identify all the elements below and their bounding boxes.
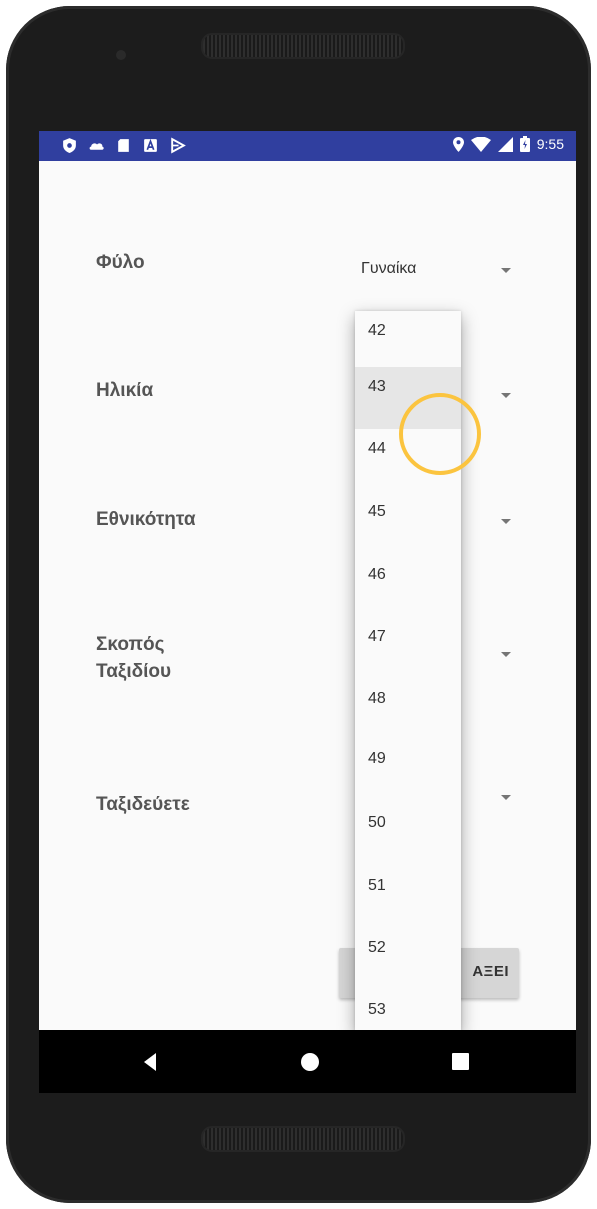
dropdown-option[interactable]: 51 xyxy=(355,866,461,928)
travel-with-label: Ταξιδεύετε xyxy=(96,794,190,815)
front-camera xyxy=(116,50,126,60)
notification-icons xyxy=(61,137,186,154)
phone-frame: 9:55 Φύλο Γυναίκα Ηλικία Εθνικότητα Σκοπ… xyxy=(6,6,591,1203)
a-badge-icon xyxy=(144,138,157,152)
dropdown-option[interactable]: 45 xyxy=(355,492,461,554)
dropdown-option[interactable]: 52 xyxy=(355,928,461,990)
recents-icon[interactable] xyxy=(452,1053,469,1070)
dropdown-option[interactable]: 46 xyxy=(355,555,461,617)
dropdown-option[interactable]: 49 xyxy=(355,739,461,801)
dropdown-option[interactable]: 53 xyxy=(355,990,461,1031)
status-bar: 9:55 xyxy=(39,131,576,161)
gender-spinner[interactable]: Γυναίκα xyxy=(361,254,511,290)
nationality-label: Εθνικότητα xyxy=(96,509,196,530)
trip-purpose-label: Σκοπός Ταξιδίου xyxy=(96,634,172,682)
sd-card-icon xyxy=(118,139,129,152)
cloud-icon xyxy=(89,143,104,150)
home-icon[interactable] xyxy=(301,1053,319,1071)
play-store-icon xyxy=(171,137,186,154)
dropdown-option[interactable]: 50 xyxy=(355,803,461,865)
signal-icon xyxy=(497,136,513,152)
battery-icon xyxy=(519,136,530,152)
dropdown-arrow-icon xyxy=(501,268,511,273)
age-label: Ηλικία xyxy=(96,380,154,401)
bottom-speaker xyxy=(201,1126,405,1152)
dropdown-arrow-icon xyxy=(501,519,511,524)
clock: 9:55 xyxy=(536,136,564,152)
touch-indicator xyxy=(399,393,481,475)
submit-button-label: ΑΞΕΙ xyxy=(472,963,509,980)
dropdown-arrow-icon xyxy=(501,393,511,398)
earpiece-speaker xyxy=(201,33,405,59)
wifi-icon xyxy=(470,136,491,152)
navigation-bar xyxy=(39,1030,576,1093)
dropdown-arrow-icon xyxy=(501,795,511,800)
dropdown-option[interactable]: 42 xyxy=(355,311,461,373)
dropdown-arrow-icon xyxy=(501,652,511,657)
location-icon xyxy=(452,136,464,152)
gender-value: Γυναίκα xyxy=(361,260,417,277)
gender-label: Φύλο xyxy=(96,252,145,273)
dropdown-option[interactable]: 47 xyxy=(355,617,461,679)
back-icon[interactable] xyxy=(144,1053,156,1071)
shield-icon xyxy=(63,138,76,153)
screen: 9:55 Φύλο Γυναίκα Ηλικία Εθνικότητα Σκοπ… xyxy=(39,131,576,1093)
system-icons: 9:55 xyxy=(452,136,564,152)
dropdown-option[interactable]: 48 xyxy=(355,679,461,741)
